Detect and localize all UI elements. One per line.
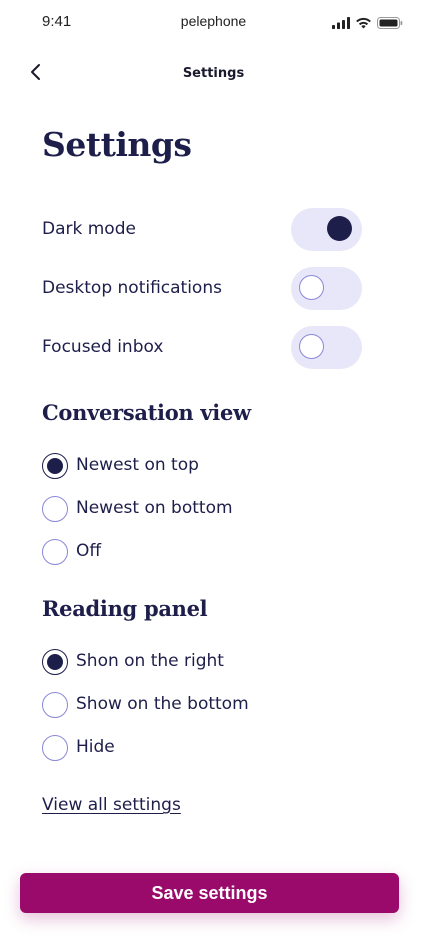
radio-label: Show on the bottom	[76, 694, 249, 714]
status-icons	[332, 14, 403, 33]
toggle-row-dark-mode: Dark mode	[42, 208, 362, 252]
dark-mode-toggle[interactable]	[291, 208, 362, 251]
radio-newest-on-top[interactable]: Newest on top	[42, 453, 342, 481]
battery-icon	[377, 14, 403, 33]
radio-label: Newest on bottom	[76, 498, 233, 518]
radio-button[interactable]	[42, 692, 68, 718]
radio-show-on-right[interactable]: Shon on the right	[42, 649, 342, 677]
toggle-label: Focused inbox	[42, 337, 164, 357]
wifi-icon	[355, 14, 372, 33]
radio-label: Off	[76, 541, 102, 561]
save-settings-button[interactable]: Save settings	[20, 873, 399, 913]
conversation-view-title: Conversation view	[42, 400, 251, 425]
focused-inbox-toggle[interactable]	[291, 326, 362, 369]
page-title: Settings	[42, 125, 192, 164]
radio-label: Shon on the right	[76, 651, 224, 671]
nav-title: Settings	[182, 66, 245, 81]
reading-panel-title: Reading panel	[42, 596, 208, 621]
toggle-row-desktop-notifications: Desktop notifications	[42, 267, 362, 311]
nav-bar: Settings	[0, 54, 427, 94]
toggle-label: Dark mode	[42, 219, 136, 239]
radio-button[interactable]	[42, 649, 68, 675]
toggle-knob	[327, 216, 352, 241]
toggle-knob	[299, 275, 324, 300]
radio-button[interactable]	[42, 735, 68, 761]
radio-off[interactable]: Off	[42, 539, 342, 567]
radio-button[interactable]	[42, 453, 68, 479]
radio-button[interactable]	[42, 539, 68, 565]
toggle-knob	[299, 334, 324, 359]
radio-hide[interactable]: Hide	[42, 735, 342, 763]
radio-button[interactable]	[42, 496, 68, 522]
desktop-notifications-toggle[interactable]	[291, 267, 362, 310]
radio-label: Newest on top	[76, 455, 199, 475]
toggle-row-focused-inbox: Focused inbox	[42, 326, 362, 370]
radio-newest-on-bottom[interactable]: Newest on bottom	[42, 496, 342, 524]
radio-label: Hide	[76, 737, 115, 757]
signal-icon	[332, 14, 350, 33]
status-bar: 9:41 pelephone	[0, 0, 427, 44]
radio-show-on-bottom[interactable]: Show on the bottom	[42, 692, 342, 720]
view-all-settings-link[interactable]: View all settings	[42, 795, 181, 815]
toggle-label: Desktop notifications	[42, 278, 222, 298]
